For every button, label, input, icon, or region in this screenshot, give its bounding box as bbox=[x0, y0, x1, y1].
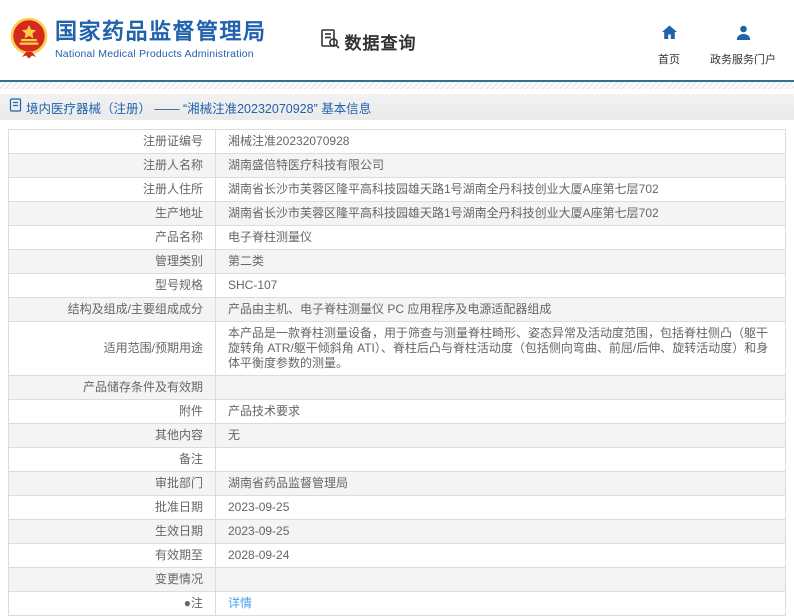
row-label: 备注 bbox=[9, 448, 216, 472]
row-label: 管理类别 bbox=[9, 250, 216, 274]
nav-home-label: 首页 bbox=[658, 51, 680, 67]
row-value: 湖南省药品监督管理局 bbox=[216, 472, 786, 496]
table-row: 有效期至2028-09-24 bbox=[9, 544, 786, 568]
document-search-icon bbox=[319, 28, 341, 55]
data-query-tab[interactable]: 数据查询 bbox=[319, 28, 417, 55]
row-label: 批准日期 bbox=[9, 496, 216, 520]
table-row: 生效日期2023-09-25 bbox=[9, 520, 786, 544]
row-value: 湘械注准20232070928 bbox=[216, 130, 786, 154]
table-row: 注册人住所湖南省长沙市芙蓉区隆平高科技园雄天路1号湖南全丹科技创业大厦A座第七层… bbox=[9, 178, 786, 202]
row-value: SHC-107 bbox=[216, 274, 786, 298]
row-value: 2023-09-25 bbox=[216, 520, 786, 544]
row-value: 湖南盛倍特医疗科技有限公司 bbox=[216, 154, 786, 178]
table-row: 适用范围/预期用途本产品是一款脊柱测量设备，用于筛查与测量脊柱畸形、姿态异常及活… bbox=[9, 322, 786, 376]
row-label: 注册人住所 bbox=[9, 178, 216, 202]
national-emblem-icon bbox=[10, 15, 48, 66]
detail-link[interactable]: 详情 bbox=[228, 596, 252, 610]
row-label: ●注 bbox=[9, 592, 216, 616]
table-row: 产品储存条件及有效期 bbox=[9, 376, 786, 400]
row-value: 湖南省长沙市芙蓉区隆平高科技园雄天路1号湖南全丹科技创业大厦A座第七层702 bbox=[216, 202, 786, 226]
table-row: 备注 bbox=[9, 448, 786, 472]
row-value: 2028-09-24 bbox=[216, 544, 786, 568]
hatch-band bbox=[0, 82, 794, 89]
content-area: 注册证编号湘械注准20232070928注册人名称湖南盛倍特医疗科技有限公司注册… bbox=[0, 120, 794, 616]
agency-name-cn: 国家药品监督管理局 bbox=[55, 20, 267, 44]
row-value: 电子脊柱测量仪 bbox=[216, 226, 786, 250]
breadcrumb: 境内医疗器械（注册） —— “湘械注准20232070928” 基本信息 bbox=[0, 94, 794, 120]
breadcrumb-text: 境内医疗器械（注册） —— “湘械注准20232070928” 基本信息 bbox=[26, 98, 371, 117]
row-label: 有效期至 bbox=[9, 544, 216, 568]
table-row: 注册证编号湘械注准20232070928 bbox=[9, 130, 786, 154]
table-row: 审批部门湖南省药品监督管理局 bbox=[9, 472, 786, 496]
row-label: 注册证编号 bbox=[9, 130, 216, 154]
nav-home[interactable]: 首页 bbox=[658, 24, 680, 67]
header-nav: 首页 政务服务门户 bbox=[658, 24, 776, 67]
home-icon bbox=[661, 24, 678, 46]
row-value: 产品由主机、电子脊柱测量仪 PC 应用程序及电源适配器组成 bbox=[216, 298, 786, 322]
row-label: 结构及组成/主要组成成分 bbox=[9, 298, 216, 322]
row-label: 附件 bbox=[9, 400, 216, 424]
row-label: 注册人名称 bbox=[9, 154, 216, 178]
nav-portal[interactable]: 政务服务门户 bbox=[710, 24, 776, 67]
user-icon bbox=[735, 24, 752, 46]
nav-portal-label: 政务服务门户 bbox=[710, 51, 776, 67]
row-label: 变更情况 bbox=[9, 568, 216, 592]
info-table-body: 注册证编号湘械注准20232070928注册人名称湖南盛倍特医疗科技有限公司注册… bbox=[9, 130, 786, 616]
row-value: 湖南省长沙市芙蓉区隆平高科技园雄天路1号湖南全丹科技创业大厦A座第七层702 bbox=[216, 178, 786, 202]
agency-name-en: National Medical Products Administration bbox=[55, 48, 267, 60]
row-value: 2023-09-25 bbox=[216, 496, 786, 520]
row-label: 生产地址 bbox=[9, 202, 216, 226]
table-row: 附件产品技术要求 bbox=[9, 400, 786, 424]
row-label: 审批部门 bbox=[9, 472, 216, 496]
table-row: 批准日期2023-09-25 bbox=[9, 496, 786, 520]
table-row: 产品名称电子脊柱测量仪 bbox=[9, 226, 786, 250]
site-header: 国家药品监督管理局 National Medical Products Admi… bbox=[0, 0, 794, 80]
row-value bbox=[216, 448, 786, 472]
table-row: ●注详情 bbox=[9, 592, 786, 616]
row-label: 产品储存条件及有效期 bbox=[9, 376, 216, 400]
table-row: 其他内容无 bbox=[9, 424, 786, 448]
registration-info-table: 注册证编号湘械注准20232070928注册人名称湖南盛倍特医疗科技有限公司注册… bbox=[8, 129, 786, 616]
table-row: 变更情况 bbox=[9, 568, 786, 592]
table-row: 生产地址湖南省长沙市芙蓉区隆平高科技园雄天路1号湖南全丹科技创业大厦A座第七层7… bbox=[9, 202, 786, 226]
row-label: 型号规格 bbox=[9, 274, 216, 298]
row-label: 产品名称 bbox=[9, 226, 216, 250]
agency-titles: 国家药品监督管理局 National Medical Products Admi… bbox=[55, 20, 267, 60]
row-value bbox=[216, 568, 786, 592]
table-row: 管理类别第二类 bbox=[9, 250, 786, 274]
row-value: 详情 bbox=[216, 592, 786, 616]
agency-logo-link[interactable]: 国家药品监督管理局 National Medical Products Admi… bbox=[10, 15, 267, 66]
document-icon bbox=[9, 98, 22, 117]
data-query-label: 数据查询 bbox=[345, 29, 417, 54]
row-label: 生效日期 bbox=[9, 520, 216, 544]
row-label: 其他内容 bbox=[9, 424, 216, 448]
table-row: 结构及组成/主要组成成分产品由主机、电子脊柱测量仪 PC 应用程序及电源适配器组… bbox=[9, 298, 786, 322]
row-value: 本产品是一款脊柱测量设备，用于筛查与测量脊柱畸形、姿态异常及活动度范围，包括脊柱… bbox=[216, 322, 786, 376]
row-label: 适用范围/预期用途 bbox=[9, 322, 216, 376]
row-value: 产品技术要求 bbox=[216, 400, 786, 424]
table-row: 型号规格SHC-107 bbox=[9, 274, 786, 298]
row-value bbox=[216, 376, 786, 400]
row-value: 第二类 bbox=[216, 250, 786, 274]
row-value: 无 bbox=[216, 424, 786, 448]
table-row: 注册人名称湖南盛倍特医疗科技有限公司 bbox=[9, 154, 786, 178]
